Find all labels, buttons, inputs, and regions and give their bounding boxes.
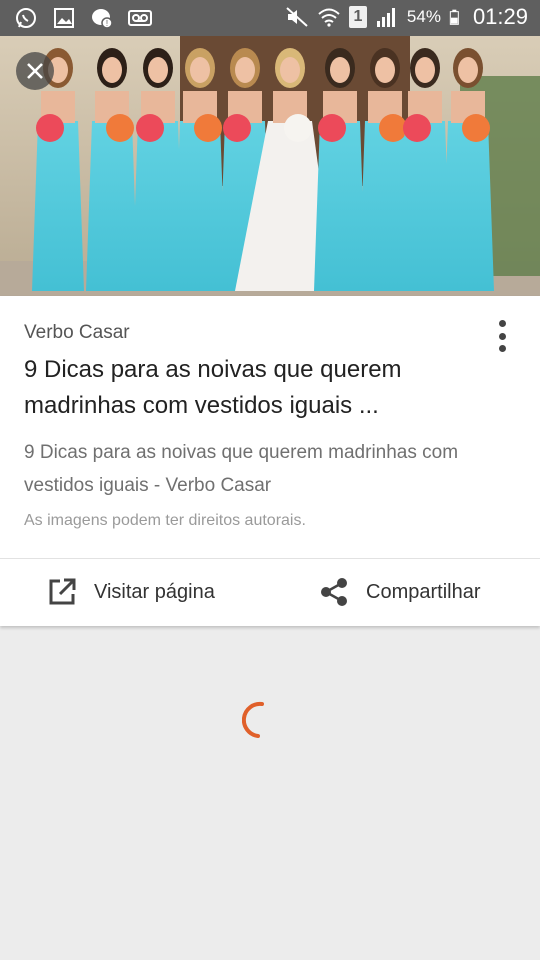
battery-percent: 54%: [406, 7, 441, 26]
more-vert-icon: [498, 320, 506, 327]
bridesmaid-dress: [86, 121, 138, 291]
hero-image[interactable]: [0, 36, 540, 296]
chat-icon: !: [92, 9, 113, 29]
face: [102, 57, 122, 83]
open-in-new-icon: [49, 578, 76, 605]
voicemail-icon: [128, 10, 152, 26]
bouquet: [379, 114, 407, 142]
notification-icons: !: [14, 6, 152, 30]
whatsapp-icon: [16, 8, 36, 28]
source-name[interactable]: Verbo Casar: [24, 322, 130, 344]
face: [235, 57, 255, 83]
bridesmaid-dress: [32, 121, 84, 291]
image-details-card: Verbo Casar 9 Dicas para as noivas que q…: [0, 296, 540, 626]
bouquet: [318, 114, 346, 142]
wifi-icon: [318, 8, 340, 27]
signal-icon: [376, 8, 395, 27]
system-status: 1 54% 01:29: [285, 4, 528, 30]
copyright-notice: As imagens podem ter direitos autorais.: [24, 512, 306, 529]
battery-icon: [449, 9, 459, 25]
visit-page-button[interactable]: Visitar página: [46, 558, 215, 626]
clock: 01:29: [472, 4, 528, 29]
page-title[interactable]: 9 Dicas para as noivas que querem madrin…: [24, 352, 494, 424]
page-description: 9 Dicas para as noivas que querem madrin…: [24, 442, 459, 496]
share-button[interactable]: Compartilhar: [318, 558, 480, 626]
face: [190, 57, 210, 83]
bouquet: [284, 114, 312, 142]
bouquet: [403, 114, 431, 142]
bridesmaid-dress: [442, 121, 494, 291]
bouquet: [36, 114, 64, 142]
close-icon: [27, 63, 43, 79]
svg-text:!: !: [106, 19, 108, 28]
status-bar: ! 1 54% 01:29: [0, 0, 540, 36]
more-options-button[interactable]: [488, 316, 516, 356]
share-label: Compartilhar: [366, 580, 481, 603]
gallery-icon: [54, 8, 74, 28]
face: [330, 57, 350, 83]
bridesmaids-photo: [0, 36, 540, 296]
bridesmaid-dress: [174, 121, 226, 291]
face: [280, 57, 300, 83]
face: [458, 57, 478, 83]
bouquet: [194, 114, 222, 142]
bouquet: [106, 114, 134, 142]
close-button[interactable]: [16, 52, 54, 90]
bouquet: [462, 114, 490, 142]
face: [375, 57, 395, 83]
share-icon: [321, 578, 347, 606]
bouquet: [136, 114, 164, 142]
visit-page-label: Visitar página: [94, 580, 215, 603]
loading-spinner: [242, 701, 264, 738]
face: [148, 57, 168, 83]
bridesmaid-dress: [314, 121, 366, 291]
sim-icon: 1: [348, 6, 367, 28]
mute-icon: [286, 7, 308, 27]
bouquet: [223, 114, 251, 142]
face: [415, 57, 435, 83]
